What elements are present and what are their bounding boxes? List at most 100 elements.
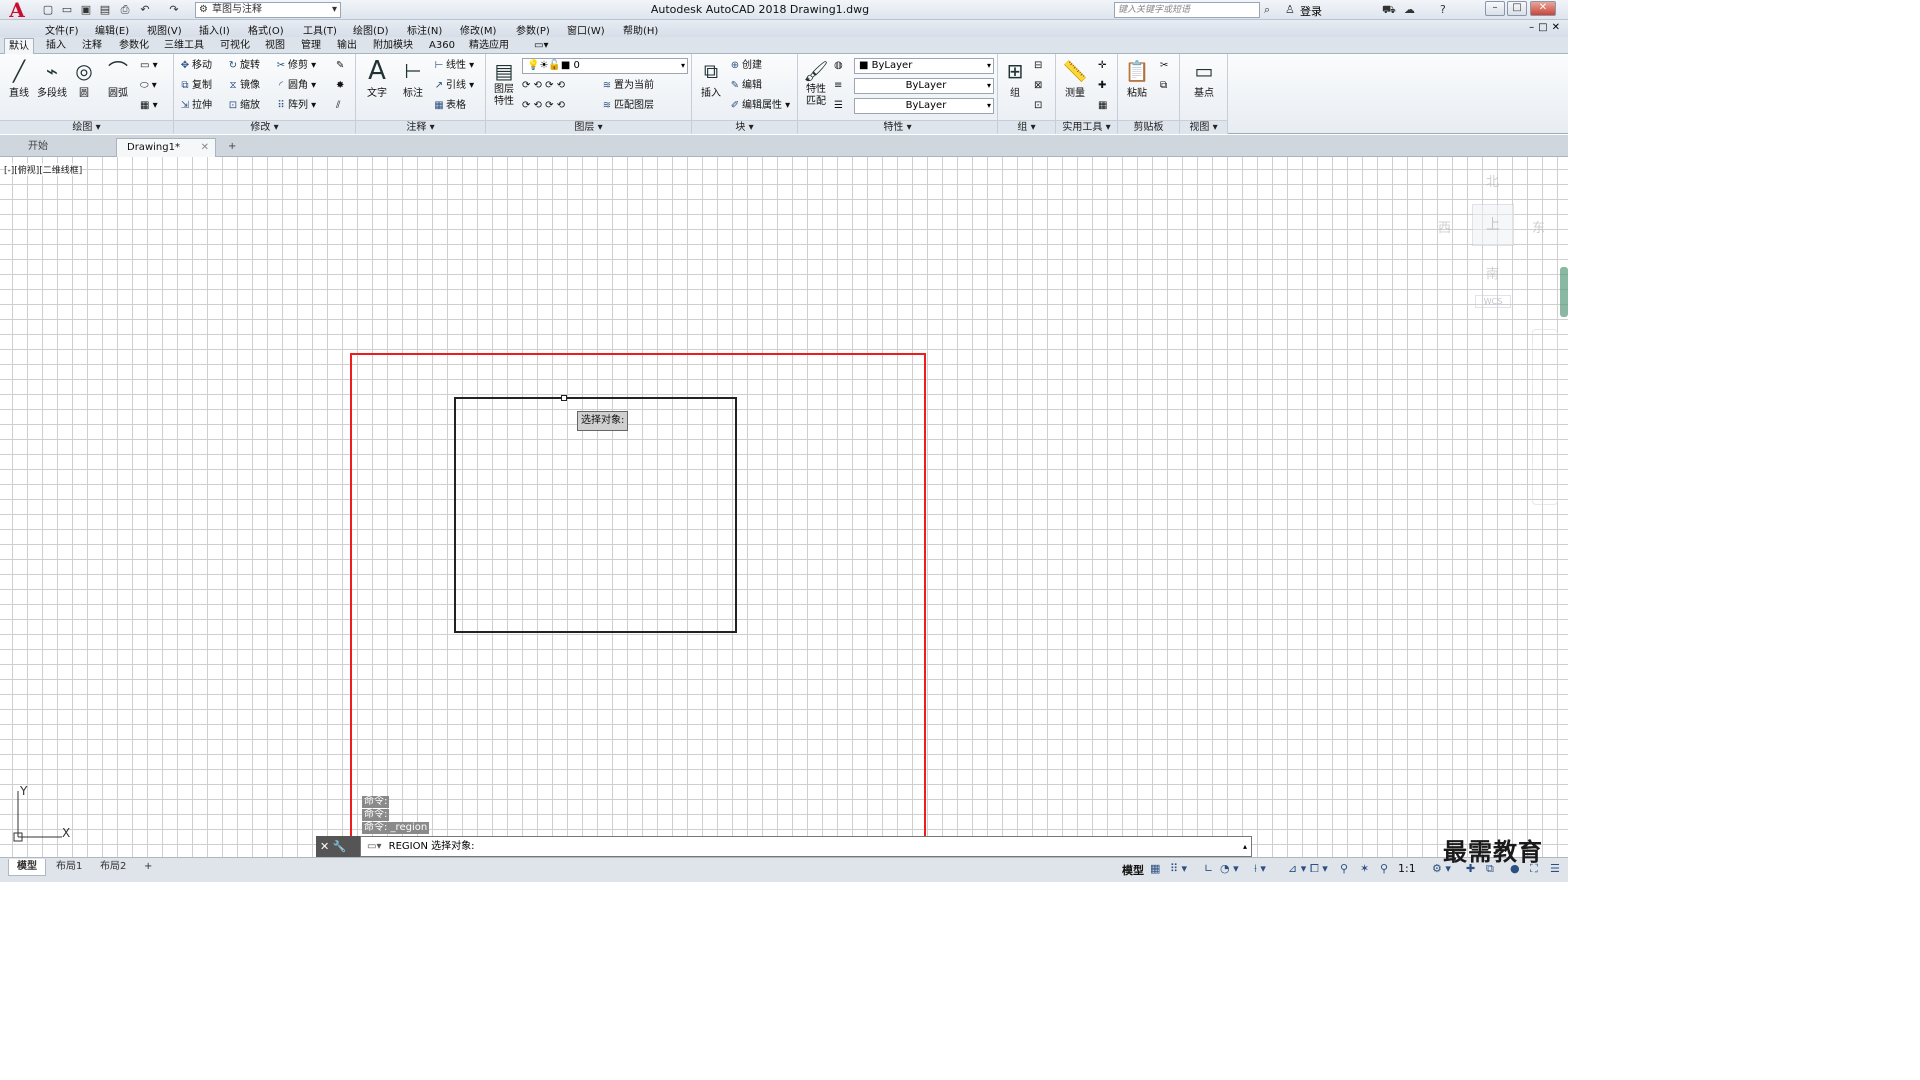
- point-icon[interactable]: ✛: [1098, 58, 1106, 74]
- grid-icon[interactable]: ▦: [1150, 862, 1160, 875]
- wcs-menu[interactable]: WCS: [1475, 295, 1511, 308]
- group-button[interactable]: ⊞ 组: [1002, 58, 1028, 99]
- measure-button[interactable]: 📏 测量: [1060, 58, 1090, 99]
- line-button[interactable]: ╱ 直线: [4, 58, 34, 99]
- panel-layers-title[interactable]: 图层 ▾: [486, 120, 691, 134]
- polyline-button[interactable]: ⌁ 多段线: [35, 58, 69, 99]
- match-properties-button[interactable]: 🖌 特性匹配: [802, 58, 830, 108]
- explode-icon[interactable]: ✸: [336, 78, 344, 94]
- snap-icon[interactable]: ⠿ ▾: [1170, 862, 1187, 875]
- scale-button[interactable]: ⊡ 缩放: [226, 98, 260, 114]
- panel-properties-title[interactable]: 特性 ▾: [798, 120, 997, 134]
- menu-format[interactable]: 格式(O): [248, 22, 284, 37]
- panel-view-title[interactable]: 视图 ▾: [1180, 120, 1227, 134]
- copy-clip-icon[interactable]: ⧉: [1160, 78, 1167, 94]
- minimize-button[interactable]: –: [1485, 1, 1505, 16]
- group-edit-icon[interactable]: ⊠: [1034, 78, 1042, 94]
- rotate-button[interactable]: ↻ 旋转: [226, 58, 260, 74]
- rectangle-icon[interactable]: ▭ ▾: [140, 58, 158, 74]
- workspace-select[interactable]: ⚙ 草图与注释 ▾: [195, 2, 341, 18]
- ellipse-icon[interactable]: ⬭ ▾: [140, 78, 157, 94]
- viewcube-top-face[interactable]: 上: [1472, 204, 1514, 246]
- viewcube-north[interactable]: 北: [1486, 171, 1499, 190]
- save-as-icon[interactable]: ▤: [97, 2, 113, 18]
- array-button[interactable]: ⠿ 阵列 ▾: [274, 98, 316, 114]
- tab-layout2[interactable]: 布局2: [92, 859, 134, 876]
- help-icon[interactable]: ?: [1440, 2, 1446, 18]
- print-icon[interactable]: ⎙: [117, 2, 133, 18]
- tab-a360[interactable]: A360: [425, 38, 459, 54]
- tab-layout1[interactable]: 布局1: [48, 859, 90, 876]
- undo-icon[interactable]: ↶: [137, 2, 153, 18]
- tab-featured-apps[interactable]: 精选应用: [465, 38, 513, 54]
- leader-button[interactable]: ↗ 引线 ▾: [432, 78, 474, 94]
- tab-parametric[interactable]: 参数化: [115, 38, 153, 54]
- tab-addins[interactable]: 附加模块: [369, 38, 417, 54]
- move-button[interactable]: ✥ 移动: [178, 58, 212, 74]
- navigation-bar[interactable]: [1532, 329, 1558, 505]
- lineweight-toggle-icon[interactable]: ⊿ ▾: [1288, 862, 1306, 875]
- binoculars-icon[interactable]: ⌕: [1264, 2, 1270, 18]
- auto-scale-icon[interactable]: ✶: [1360, 862, 1369, 875]
- new-file-icon[interactable]: ▢: [40, 2, 56, 18]
- linetype-select[interactable]: ByLayer ▾: [854, 78, 994, 94]
- offset-icon[interactable]: ⫽: [336, 98, 340, 114]
- viewcube-east[interactable]: 东: [1532, 217, 1545, 236]
- login-button[interactable]: 登录: [1300, 3, 1322, 19]
- paste-button[interactable]: 📋 粘贴: [1122, 58, 1152, 99]
- create-block-button[interactable]: ⊕ 创建: [728, 58, 762, 74]
- set-current-button[interactable]: ≋ 置为当前: [600, 78, 654, 94]
- panel-clipboard-title[interactable]: 剪贴板: [1118, 120, 1179, 134]
- panel-groups-title[interactable]: 组 ▾: [998, 120, 1055, 134]
- chevron-up-icon[interactable]: ▴: [1243, 837, 1247, 856]
- ribbon-toggle-icon[interactable]: ▭▾: [530, 38, 552, 54]
- copy-button[interactable]: ⧉ 复制: [178, 78, 212, 94]
- mirror-button[interactable]: ⧖ 镜像: [226, 78, 260, 94]
- open-file-icon[interactable]: ▭: [59, 2, 75, 18]
- add-layout-button[interactable]: +: [136, 859, 160, 876]
- erase-icon[interactable]: ✎: [336, 58, 344, 74]
- id-point-icon[interactable]: ✚: [1098, 78, 1106, 94]
- layer-select[interactable]: 💡☀🔓■ 0 ▾: [522, 58, 688, 74]
- edit-attributes-button[interactable]: ✐ 编辑属性 ▾: [728, 98, 790, 114]
- annotation-visibility-icon[interactable]: ⚲: [1340, 862, 1348, 875]
- circle-button[interactable]: ◎ 圆: [70, 58, 98, 99]
- drawn-rectangle[interactable]: [454, 397, 737, 633]
- calculator-icon[interactable]: ▦: [1098, 98, 1107, 114]
- menu-tools[interactable]: 工具(T): [303, 22, 337, 37]
- viewcube-south[interactable]: 南: [1486, 263, 1499, 282]
- annotation-scale-select[interactable]: 1:1: [1398, 862, 1416, 875]
- cut-icon[interactable]: ✂: [1160, 58, 1168, 74]
- menu-file[interactable]: 文件(F): [45, 22, 79, 37]
- edit-block-button[interactable]: ✎ 编辑: [728, 78, 762, 94]
- lineweight-icon[interactable]: ☰: [834, 98, 843, 114]
- app-menu-button[interactable]: A: [2, 0, 32, 20]
- redo-icon[interactable]: ↷: [166, 2, 182, 18]
- mdi-window-controls[interactable]: –□✕: [1529, 22, 1564, 33]
- tab-view[interactable]: 视图: [261, 38, 289, 54]
- osnap-icon[interactable]: ⟊ ▾: [1254, 862, 1266, 876]
- menu-window[interactable]: 窗口(W): [567, 22, 605, 37]
- panel-block-title[interactable]: 块 ▾: [692, 120, 797, 134]
- viewport-controls[interactable]: [-][俯视][二维线框]: [4, 163, 83, 176]
- match-layer-button[interactable]: ≋ 匹配图层: [600, 98, 654, 114]
- viewcube-west[interactable]: 西: [1438, 217, 1451, 236]
- close-tab-icon[interactable]: ✕: [201, 139, 209, 156]
- close-button[interactable]: ✕: [1530, 1, 1556, 16]
- tab-model[interactable]: 模型: [8, 859, 46, 876]
- cart-icon[interactable]: ⛟: [1382, 2, 1396, 18]
- ungroup-icon[interactable]: ⊟: [1034, 58, 1042, 74]
- wrench-icon[interactable]: 🔧: [333, 840, 347, 853]
- ortho-icon[interactable]: ∟: [1204, 862, 1213, 875]
- panel-draw-title[interactable]: 绘图 ▾: [0, 120, 173, 134]
- menu-help[interactable]: 帮助(H): [623, 22, 658, 37]
- close-command-icon[interactable]: ✕: [320, 840, 329, 853]
- command-line-handle[interactable]: ✕ 🔧: [316, 836, 360, 857]
- a360-icon[interactable]: ☁: [1404, 2, 1415, 18]
- tab-output[interactable]: 输出: [333, 38, 361, 54]
- user-icon[interactable]: ♙: [1285, 2, 1295, 18]
- tab-insert[interactable]: 插入: [42, 38, 70, 54]
- layer-properties-button[interactable]: ▤ 图层特性: [490, 58, 518, 108]
- tab-annotate[interactable]: 注释: [78, 38, 106, 54]
- menu-view[interactable]: 视图(V): [147, 22, 182, 37]
